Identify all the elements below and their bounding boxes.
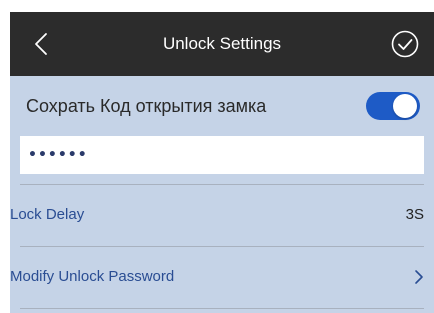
confirm-button[interactable] [390, 29, 420, 59]
page-title: Unlock Settings [162, 34, 282, 53]
save-code-toggle[interactable] [366, 92, 420, 120]
unlock-settings-screen: Unlock Settings Сохрать Код открытия зам… [10, 12, 434, 313]
check-circle-icon [391, 30, 419, 58]
chevron-right-icon [415, 270, 423, 284]
chevron-left-icon [35, 33, 47, 55]
lock-delay-row[interactable]: Lock Delay 3S [10, 185, 434, 245]
modify-unlock-password-row[interactable]: Modify Unlock Password [10, 247, 434, 307]
lock-delay-value: 3S [405, 206, 424, 223]
unlock-password-field[interactable] [20, 136, 424, 174]
divider [20, 308, 424, 309]
toggle-knob [393, 94, 417, 118]
save-code-label: Сохрать Код открытия замка [26, 96, 267, 116]
back-button[interactable] [28, 31, 54, 57]
lock-delay-label: Lock Delay [10, 206, 85, 223]
save-code-row: Сохрать Код открытия замка [10, 76, 434, 136]
modify-unlock-password-label: Modify Unlock Password [10, 268, 175, 285]
navbar: Unlock Settings [10, 12, 434, 76]
